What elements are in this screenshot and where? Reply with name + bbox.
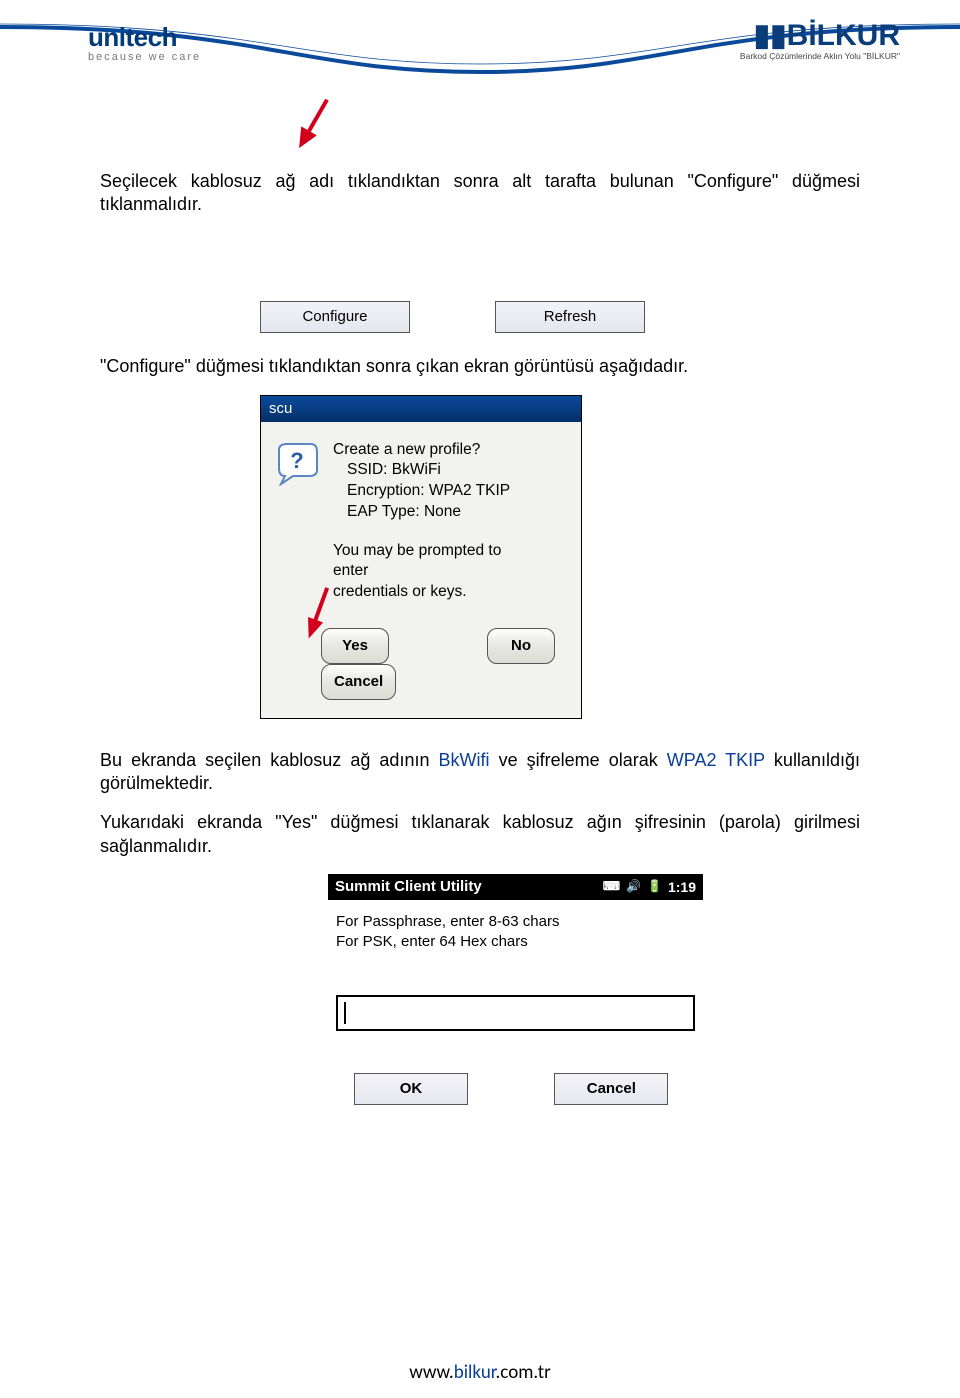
no-button[interactable]: No [487, 628, 555, 664]
summit-cancel-button[interactable]: Cancel [554, 1073, 668, 1105]
speaker-icon[interactable]: 🔊 [626, 879, 641, 895]
p3-bkwifi: BkWifi [439, 750, 490, 770]
p3-c: ve şifreleme olarak [490, 750, 667, 770]
dialog-prompt-1: You may be prompted to [333, 542, 501, 559]
dialog-prompt-3: credentials or keys. [333, 583, 467, 600]
summit-titlebar: Summit Client Utility ⌨ 🔊 🔋 1:19 [328, 874, 703, 900]
dialog-line-3: Encryption: WPA2 TKIP [333, 481, 567, 502]
unitech-logo: unitech because we care [88, 22, 201, 63]
scu-dialog-title: scu [261, 396, 581, 422]
keyboard-icon[interactable]: ⌨ [603, 879, 620, 895]
scu-dialog-buttons: Yes No Cancel [275, 628, 567, 700]
svg-text:?: ? [290, 448, 303, 473]
summit-title-text: Summit Client Utility [335, 877, 482, 897]
dialog-prompt-2: enter [333, 562, 368, 579]
footer-url: www.bilkur.com.tr [0, 1361, 960, 1384]
p3-wpa2tkip: WPA2 TKIP [667, 750, 765, 770]
dialog-line-1: Create a new profile? [333, 441, 480, 458]
dialog-line-2: SSID: BkWiFi [333, 460, 567, 481]
unitech-logo-tagline: because we care [88, 51, 201, 63]
passphrase-input[interactable] [336, 995, 695, 1031]
clock-text: 1:19 [668, 878, 696, 896]
bilkur-logo-text: ▮▮BİLKUR [740, 18, 900, 53]
unitech-logo-text: unitech [88, 22, 201, 53]
scu-dialog-message: Create a new profile? SSID: BkWiFi Encry… [333, 440, 567, 524]
configure-button[interactable]: Configure [260, 301, 410, 333]
battery-icon[interactable]: 🔋 [647, 879, 662, 895]
ok-button[interactable]: OK [354, 1073, 468, 1105]
url-post: .com.tr [496, 1361, 551, 1384]
document-content: Seçilecek kablosuz ağ adı tıklandıktan s… [0, 90, 960, 1113]
cancel-button[interactable]: Cancel [321, 664, 396, 700]
url-mid: bilkur [454, 1361, 496, 1384]
summit-hint-2: For PSK, enter 64 Hex chars [336, 932, 695, 952]
page-header: unitech because we care ▮▮BİLKUR Barkod … [0, 0, 960, 90]
summit-window: Summit Client Utility ⌨ 🔊 🔋 1:19 For Pas… [328, 874, 703, 1113]
configure-refresh-row: Configure Refresh [100, 233, 860, 355]
bilkur-logo-tagline: Barkod Çözümlerinde Aklın Yolu "BİLKUR" [740, 51, 900, 61]
p3-a: Bu ekranda seçilen kablosuz ağ adının [100, 750, 439, 770]
scu-dialog-prompt: You may be prompted to enter credentials… [333, 541, 567, 601]
scu-dialog-body: ? Create a new profile? SSID: BkWiFi Enc… [261, 422, 581, 718]
url-pre: www. [409, 1361, 453, 1384]
summit-body: For Passphrase, enter 8-63 chars For PSK… [328, 900, 703, 1113]
summit-hint-1: For Passphrase, enter 8-63 chars [336, 912, 695, 932]
yes-button[interactable]: Yes [321, 628, 389, 664]
arrow-icon [288, 93, 339, 154]
paragraph-4: Yukarıdaki ekranda "Yes" düğmesi tıklana… [100, 811, 860, 858]
paragraph-3: Bu ekranda seçilen kablosuz ağ adının Bk… [100, 749, 860, 796]
scu-dialog: scu ? Create a new profile? SSID: BkWiFi… [260, 395, 582, 719]
dialog-line-4: EAP Type: None [333, 502, 567, 523]
bilkur-logo: ▮▮BİLKUR Barkod Çözümlerinde Aklın Yolu … [740, 18, 900, 61]
question-icon: ? [275, 442, 319, 486]
summit-buttons: OK Cancel [336, 1073, 695, 1113]
